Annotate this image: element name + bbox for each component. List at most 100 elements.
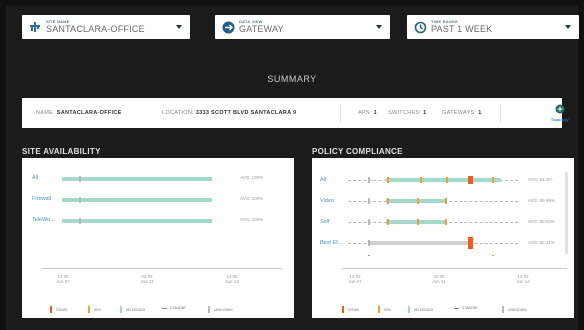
half-marker[interactable] (387, 177, 389, 183)
data-view-selector[interactable]: DATA VIEW GATEWAY (215, 15, 390, 39)
legend-half[interactable]: 50% (378, 306, 391, 313)
switches-value: 1 (423, 110, 427, 116)
location-label: LOCATION: (162, 110, 194, 116)
unknown-marker[interactable] (79, 197, 81, 203)
half-marker[interactable] (387, 198, 389, 204)
availability-bar[interactable] (62, 219, 212, 223)
time-range-value: PAST 1 WEEK (431, 24, 493, 34)
legend-label: DOWN (348, 307, 360, 312)
switches-label: SWITCHES: (388, 110, 422, 116)
unknown-marker[interactable] (368, 240, 370, 246)
compliance-bar[interactable] (368, 241, 468, 245)
row-average: AVG: 100% (240, 217, 264, 222)
legend-no-issues[interactable]: NO ISSUES (408, 306, 433, 313)
compliance-bar[interactable] (386, 220, 446, 224)
time-range-selector[interactable]: TIME RANGE PAST 1 WEEK (407, 15, 579, 39)
availability-bar[interactable] (62, 177, 212, 181)
legend-no-issues[interactable]: NO ISSUES (120, 306, 145, 313)
x-tick: 14:05 Jun 14 (217, 274, 247, 285)
policy-scrollbar[interactable] (565, 172, 568, 254)
row-label[interactable]: Best Ef... (320, 240, 342, 246)
site-availability-title: SITE AVAILABILITY (22, 147, 101, 156)
data-view-value: GATEWAY (239, 24, 284, 34)
row-label[interactable]: Self (320, 219, 329, 225)
row-label[interactable]: TeleWo... (32, 217, 55, 223)
compliance-bar[interactable] (386, 178, 501, 182)
legend-down[interactable]: DOWN (342, 306, 359, 313)
site-name-summary: NAME: SANTACLARA-OFFICE (36, 110, 122, 116)
half-marker[interactable] (417, 219, 419, 225)
legend-label: NO ISSUES (414, 307, 434, 312)
half-marker[interactable] (387, 219, 389, 225)
row-label[interactable]: Video (320, 198, 334, 204)
site-name-value: SANTACLARA-OFFICE (46, 24, 145, 34)
legend-unknown[interactable]: UNKNOWN (208, 306, 232, 313)
site-name-selector[interactable]: SITE NAME SANTACLARA-OFFICE (22, 15, 190, 39)
row-average: AVG: 99.99% (528, 198, 555, 203)
topology-icon (555, 104, 565, 116)
legend-down[interactable]: DOWN (50, 306, 67, 313)
availability-bar[interactable] (62, 198, 212, 202)
x-tick: 14:05 Jun 14 (508, 274, 538, 285)
compliance-bar[interactable] (386, 199, 446, 203)
row-label[interactable]: All (320, 177, 326, 183)
x-tick-date: Jun 14 (516, 279, 530, 285)
topology-button[interactable]: Topology (544, 104, 576, 122)
gateway-icon (221, 20, 235, 34)
aps-value: 1 (373, 110, 377, 116)
unknown-marker[interactable] (368, 219, 370, 225)
chevron-down-icon[interactable] (565, 25, 571, 29)
row-label[interactable]: Firewall (32, 196, 51, 202)
row-average: AVG: 82.21% (528, 240, 555, 245)
x-tick: 02:05 Jun 11 (424, 274, 454, 285)
half-marker[interactable] (445, 198, 447, 204)
location-summary: LOCATION: 3333 SCOTT BLVD SANTACLARA 9 (162, 110, 296, 116)
name-value: SANTACLARA-OFFICE (56, 110, 122, 116)
gateways-value: 1 (478, 110, 482, 116)
legend-standby[interactable]: STANDBY (162, 306, 186, 310)
row-average: AVG: 94.3% (528, 177, 553, 182)
aps-label: APS: (358, 110, 372, 116)
x-tick-date: Jun 11 (432, 279, 446, 285)
x-tick-date: Jun 07 (56, 279, 70, 285)
chevron-down-icon[interactable] (176, 25, 182, 29)
half-marker[interactable] (417, 198, 419, 204)
unknown-marker[interactable] (368, 177, 370, 183)
legend-half[interactable]: 50% (88, 306, 101, 313)
legend-label: UNKNOWN (508, 307, 527, 312)
down-marker[interactable] (468, 237, 473, 249)
clock-history-icon (413, 20, 427, 34)
half-marker[interactable] (492, 177, 494, 183)
legend-standby[interactable]: STANDBY (454, 306, 478, 310)
switches-summary: SWITCHES: 1 (388, 110, 426, 116)
location-value: 3333 SCOTT BLVD SANTACLARA 9 (195, 110, 297, 116)
unknown-marker[interactable] (79, 218, 81, 224)
half-marker[interactable] (445, 219, 447, 225)
topology-label: Topology (551, 118, 569, 122)
site-availability-panel: All AVG: 100% Firewall AVG: 100% TeleWo.… (22, 158, 294, 318)
legend-label: NO ISSUES (126, 307, 146, 312)
marker (368, 255, 370, 256)
chevron-down-icon[interactable] (376, 25, 382, 29)
legend-label: STANDBY (462, 306, 479, 310)
half-marker[interactable] (446, 177, 448, 183)
x-tick: 14:05 Jun 07 (340, 274, 370, 285)
summary-title: SUMMARY (267, 74, 317, 84)
row-label[interactable]: All (32, 175, 38, 181)
policy-compliance-title: POLICY COMPLIANCE (312, 147, 403, 156)
legend-label: UNKNOWN (214, 307, 233, 312)
x-axis (42, 268, 282, 269)
row-average: AVG: 99.93% (528, 219, 555, 224)
x-tick-date: Jun 11 (140, 279, 154, 285)
divider (340, 104, 341, 122)
aps-summary: APS: 1 (358, 110, 377, 116)
unknown-marker[interactable] (79, 176, 81, 182)
unknown-marker[interactable] (368, 198, 370, 204)
half-marker[interactable] (420, 177, 422, 183)
x-tick: 02:05 Jun 11 (132, 274, 162, 285)
legend-label: 50% (384, 307, 392, 312)
legend-label: DOWN (56, 307, 68, 312)
legend-label: STANDBY (170, 306, 187, 310)
down-marker[interactable] (468, 176, 473, 184)
legend-unknown[interactable]: UNKNOWN (502, 306, 526, 313)
